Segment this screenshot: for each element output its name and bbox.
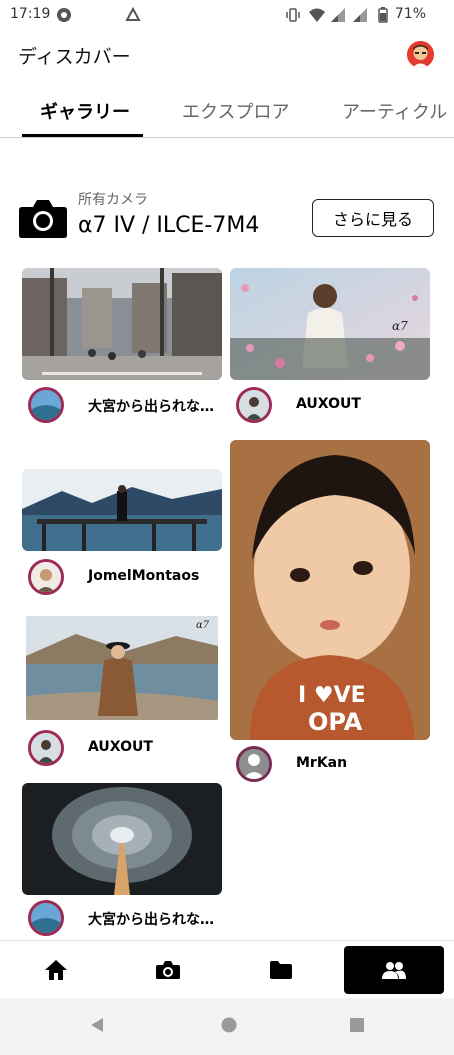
home-icon <box>45 960 67 980</box>
camera-icon <box>156 961 180 979</box>
status-time: 17:19 <box>10 6 51 22</box>
post-author[interactable]: 大宮から出られな… <box>28 387 228 427</box>
post-author[interactable]: 大宮から出られな… <box>28 900 228 940</box>
page-title: ディスカバー <box>18 46 131 68</box>
nav-camera[interactable] <box>118 946 218 994</box>
user-avatar <box>28 559 64 595</box>
user-avatar <box>28 387 64 423</box>
nav-home[interactable] <box>6 946 106 994</box>
watermark-alpha7: α7 <box>196 620 210 631</box>
bottom-navigation <box>0 940 454 998</box>
post-author[interactable]: MrKan <box>236 746 436 786</box>
tab-articles[interactable]: アーティクル <box>342 98 447 124</box>
owned-camera-section: 所有カメラ α7 IV / ILCE-7M4 さらに見る <box>0 185 454 255</box>
active-tab-indicator <box>22 134 143 137</box>
camera-icon <box>19 200 67 238</box>
folder-icon <box>270 961 292 979</box>
photo-riverside[interactable]: α7 <box>26 616 218 720</box>
drive-icon <box>125 7 141 21</box>
user-avatar <box>236 746 272 782</box>
photo-flowers-portrait[interactable]: α7 <box>230 268 430 380</box>
photo-baby[interactable]: I ♥VE OPA <box>230 440 430 740</box>
post-author[interactable]: JomelMontaos <box>28 559 228 599</box>
app-notification-icon <box>57 8 71 22</box>
user-name: AUXOUT <box>88 739 153 755</box>
system-navigation <box>0 998 454 1055</box>
battery-level: 71% <box>394 6 426 22</box>
battery-icon <box>378 7 388 23</box>
user-avatar <box>236 387 272 423</box>
home-circle-icon[interactable] <box>220 1016 238 1034</box>
camera-subtitle: 所有カメラ <box>78 192 148 208</box>
user-name: AUXOUT <box>296 396 361 412</box>
wifi-icon <box>309 8 325 22</box>
photo-tunnel[interactable] <box>22 783 222 895</box>
photo-pier[interactable] <box>22 469 222 551</box>
status-bar: 17:19 71% <box>0 0 454 30</box>
user-avatar <box>28 730 64 766</box>
signal-icon <box>331 8 345 22</box>
back-icon[interactable] <box>89 1017 105 1033</box>
post-author[interactable]: AUXOUT <box>236 387 436 427</box>
signal-icon-2 <box>353 8 367 22</box>
watermark-alpha7: α7 <box>392 319 408 333</box>
user-name: MrKan <box>296 755 348 771</box>
photo-street[interactable] <box>22 268 222 380</box>
nav-community[interactable] <box>344 946 444 994</box>
user-name: 大宮から出られな… <box>88 912 214 928</box>
user-name: JomelMontaos <box>88 568 200 584</box>
tab-explore[interactable]: エクスプロア <box>182 98 289 124</box>
community-icon <box>382 962 406 979</box>
user-name: 大宮から出られな… <box>88 399 214 415</box>
svg-text:I ♥VE: I ♥VE <box>298 683 366 708</box>
user-avatar <box>28 900 64 936</box>
app-bar: ディスカバー <box>0 30 454 80</box>
nav-folder[interactable] <box>231 946 331 994</box>
svg-text:OPA: OPA <box>308 708 363 736</box>
recents-icon[interactable] <box>349 1017 365 1033</box>
tab-gallery[interactable]: ギャラリー <box>40 98 130 124</box>
post-author[interactable]: AUXOUT <box>28 730 228 770</box>
tab-bar: ギャラリー エクスプロア アーティクル <box>0 90 454 138</box>
profile-avatar[interactable] <box>407 41 434 68</box>
vibrate-icon <box>286 8 300 22</box>
see-more-button[interactable]: さらに見る <box>312 199 434 237</box>
camera-name: α7 IV / ILCE-7M4 <box>78 213 260 238</box>
